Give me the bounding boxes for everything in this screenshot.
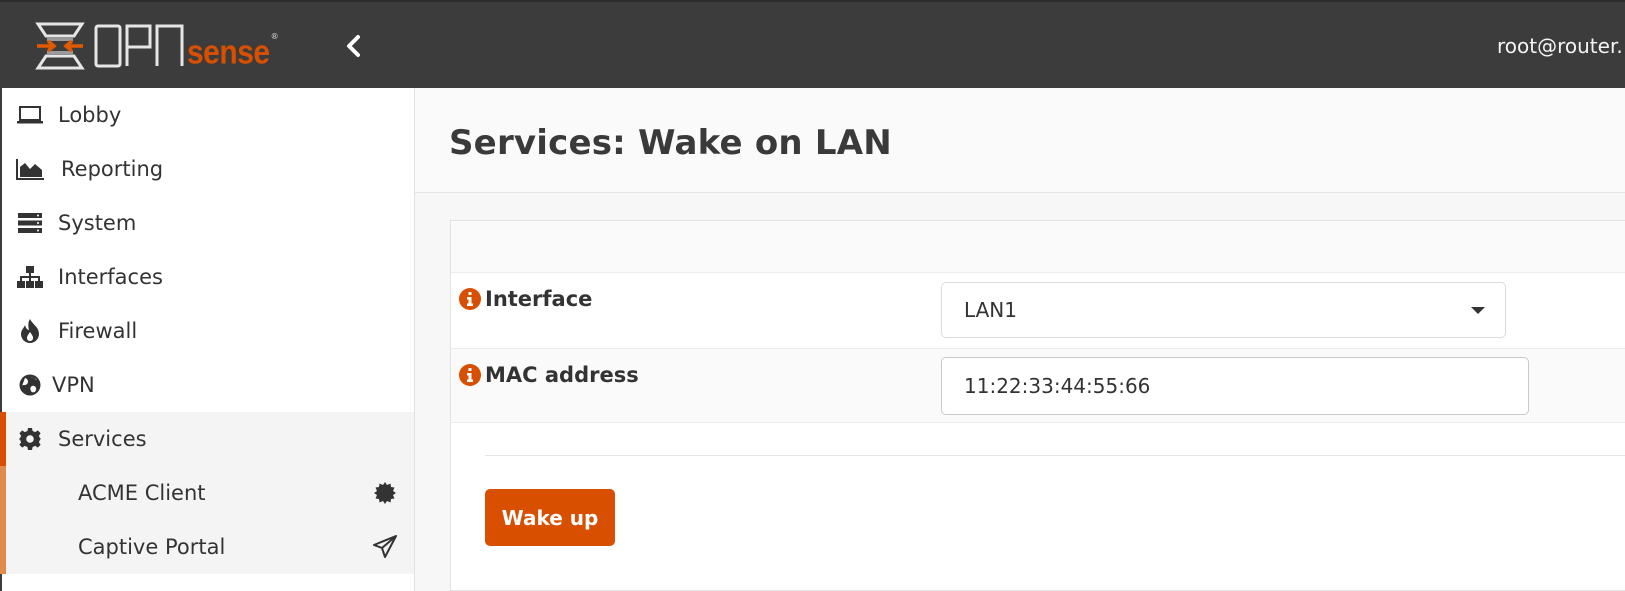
info-icon[interactable]	[459, 364, 481, 386]
form-row-mac-address: MAC address	[451, 349, 1625, 423]
area-chart-icon	[16, 157, 44, 181]
sidebar-item-services[interactable]: Services	[0, 412, 414, 466]
sidebar-item-label: Interfaces	[58, 265, 163, 289]
mac-address-input[interactable]	[941, 357, 1529, 415]
certificate-icon	[372, 480, 398, 506]
mac-address-label-text: MAC address	[485, 363, 639, 387]
interface-label: Interface	[459, 287, 592, 311]
page-header: Services: Wake on LAN	[415, 88, 1625, 193]
paper-plane-icon	[372, 534, 398, 560]
opnsense-logo-icon	[35, 22, 85, 70]
sidebar-item-label: VPN	[52, 373, 95, 397]
user-menu[interactable]: root@router.	[1497, 34, 1623, 58]
interface-select-value: LAN1	[964, 298, 1017, 322]
sidebar-subitem-captive-portal[interactable]: Captive Portal	[0, 520, 414, 574]
sidebar-item-firewall[interactable]: Firewall	[2, 304, 414, 358]
sidebar-item-interfaces[interactable]: Interfaces	[2, 250, 414, 304]
globe-icon	[16, 373, 44, 397]
sidebar-subitem-acme-client[interactable]: ACME Client	[0, 466, 414, 520]
sidebar: Lobby Reporting System Interfaces Firewa…	[0, 88, 415, 591]
sidebar-item-lobby[interactable]: Lobby	[2, 88, 414, 142]
server-icon	[16, 211, 44, 235]
page-title: Services: Wake on LAN	[449, 123, 892, 163]
laptop-icon	[16, 103, 44, 127]
interface-select[interactable]: LAN1	[941, 282, 1506, 338]
main-content: Services: Wake on LAN Interface LAN1 MAC…	[415, 88, 1625, 591]
mac-address-label: MAC address	[459, 363, 639, 387]
panel-header	[451, 221, 1625, 273]
sidebar-item-label: Reporting	[61, 157, 164, 181]
sitemap-icon	[16, 265, 44, 289]
sidebar-subitem-label: Captive Portal	[78, 535, 226, 559]
wake-on-lan-form: Interface LAN1 MAC address Wake up	[450, 220, 1625, 591]
chevron-left-icon[interactable]	[340, 32, 368, 60]
sidebar-subitem-label: ACME Client	[78, 481, 206, 505]
sidebar-item-label: Lobby	[58, 103, 122, 127]
sidebar-item-label: System	[58, 211, 137, 235]
caret-down-icon	[1471, 307, 1485, 314]
sidebar-item-label: Services	[58, 427, 147, 451]
opnsense-wordmark-sense: sense	[187, 33, 270, 72]
opnsense-logo[interactable]: sense ®	[34, 20, 279, 72]
sidebar-item-system[interactable]: System	[2, 196, 414, 250]
sidebar-item-vpn[interactable]: VPN	[2, 358, 414, 412]
sidebar-item-reporting[interactable]: Reporting	[2, 142, 414, 196]
fire-icon	[16, 319, 44, 343]
top-bar: sense ® root@router.	[0, 0, 1625, 88]
registered-mark: ®	[270, 31, 279, 41]
form-divider	[485, 455, 1625, 456]
info-icon[interactable]	[459, 288, 481, 310]
sidebar-item-label: Firewall	[58, 319, 138, 343]
opnsense-wordmark-opn	[94, 24, 184, 68]
interface-label-text: Interface	[485, 287, 593, 311]
wake-up-button[interactable]: Wake up	[485, 489, 615, 546]
gear-icon	[16, 427, 44, 451]
form-row-interface: Interface LAN1	[451, 273, 1625, 349]
